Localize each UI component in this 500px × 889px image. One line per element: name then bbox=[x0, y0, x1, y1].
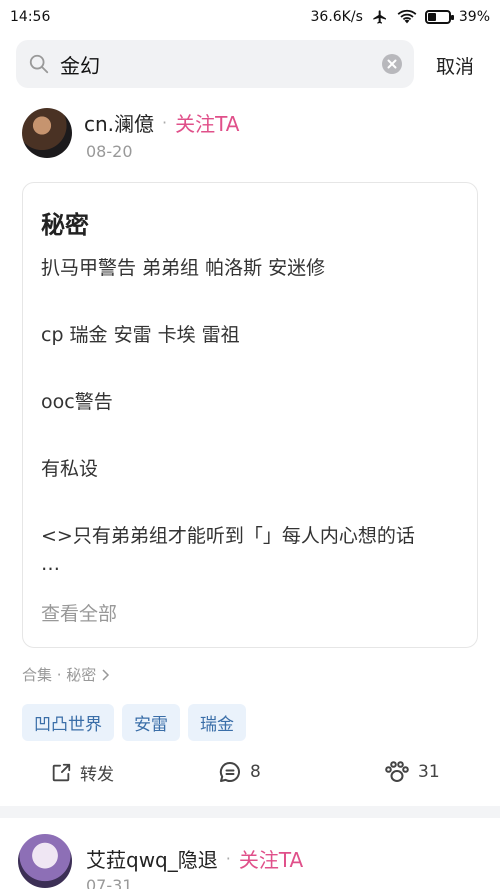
collection-link[interactable]: 合集 · 秘密 bbox=[22, 664, 110, 685]
post-date: 07-31 bbox=[86, 876, 133, 889]
airplane-icon bbox=[373, 10, 386, 24]
article-card[interactable]: 秘密 扒马甲警告 弟弟组 帕洛斯 安迷修 cp 瑞金 安雷 卡埃 雷祖 ooc警… bbox=[22, 182, 478, 648]
cancel-button[interactable]: 取消 bbox=[436, 52, 474, 79]
article-line: 扒马甲警告 弟弟组 帕洛斯 安迷修 bbox=[41, 257, 326, 279]
author-row: cn.澜億 · 关注TA bbox=[84, 108, 239, 137]
repost-label: 转发 bbox=[80, 765, 114, 785]
collection-label: 合集 · 秘密 bbox=[22, 666, 97, 684]
status-icons: 36.6K/s 39% bbox=[311, 9, 491, 25]
battery-percent: 39% bbox=[458, 9, 490, 25]
search-input[interactable]: 金幻 bbox=[60, 50, 382, 79]
status-time: 14:56 bbox=[10, 9, 51, 25]
separator-dot: · bbox=[162, 113, 168, 132]
clear-icon[interactable] bbox=[382, 54, 402, 74]
follow-button[interactable]: 关注TA bbox=[239, 844, 303, 873]
share-icon bbox=[52, 763, 71, 781]
article-body: 扒马甲警告 弟弟组 帕洛斯 安迷修 cp 瑞金 安雷 卡埃 雷祖 ooc警告 有… bbox=[41, 252, 459, 575]
tag[interactable]: 瑞金 bbox=[188, 704, 246, 741]
article-line: 有私设 bbox=[41, 458, 99, 480]
tag[interactable]: 凹凸世界 bbox=[22, 704, 114, 741]
post-date: 08-20 bbox=[86, 142, 133, 161]
search-bar[interactable]: 金幻 bbox=[16, 40, 414, 88]
action-bar: 转发 8 31 bbox=[0, 760, 500, 790]
post-divider bbox=[0, 806, 500, 818]
article-ellipsis: … bbox=[41, 553, 60, 575]
tag-list: 凹凸世界 安雷 瑞金 bbox=[22, 704, 246, 741]
avatar[interactable] bbox=[22, 108, 72, 158]
author-row: 艾菈qwq_隐退 · 关注TA bbox=[86, 844, 303, 873]
repost-button[interactable]: 转发 bbox=[50, 760, 114, 785]
author-name[interactable]: 艾菈qwq_隐退 bbox=[86, 844, 218, 873]
comment-button[interactable]: 8 bbox=[218, 760, 261, 784]
like-button[interactable]: 31 bbox=[384, 760, 440, 784]
article-line: <>只有弟弟组才能听到「」每人内心想的话 bbox=[41, 525, 415, 547]
separator-dot: · bbox=[225, 849, 231, 868]
follow-button[interactable]: 关注TA bbox=[175, 108, 239, 137]
comment-count: 8 bbox=[250, 762, 261, 782]
wifi-icon bbox=[397, 9, 417, 24]
tag[interactable]: 安雷 bbox=[122, 704, 180, 741]
article-line: cp 瑞金 安雷 卡埃 雷祖 bbox=[41, 324, 240, 346]
status-bar: 14:56 36.6K/s 39% bbox=[0, 0, 500, 34]
see-all-link[interactable]: 查看全部 bbox=[41, 599, 117, 626]
article-line: ooc警告 bbox=[41, 391, 113, 413]
article-title: 秘密 bbox=[41, 211, 89, 239]
network-speed: 36.6K/s bbox=[310, 9, 363, 25]
comment-icon bbox=[219, 761, 240, 782]
like-count: 31 bbox=[418, 762, 440, 782]
battery-icon bbox=[424, 10, 454, 24]
author-name[interactable]: cn.澜億 bbox=[84, 108, 154, 137]
chevron-right-icon bbox=[102, 668, 110, 681]
search-icon bbox=[29, 54, 49, 74]
battery-fill bbox=[427, 13, 436, 21]
paw-icon bbox=[385, 761, 409, 782]
avatar[interactable] bbox=[18, 834, 72, 888]
